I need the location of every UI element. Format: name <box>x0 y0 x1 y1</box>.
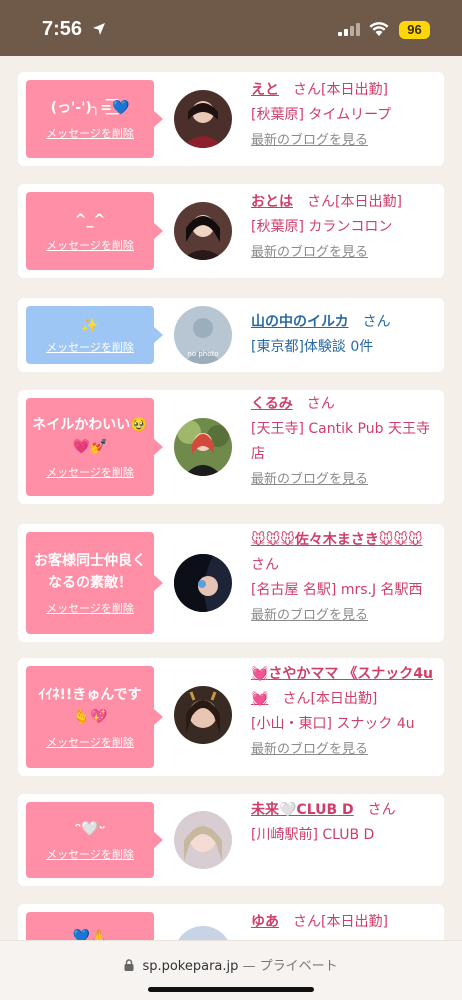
shop-location: [東京都]体験談 0件 <box>251 339 374 355</box>
today-tag: [本日出勤] <box>335 194 402 210</box>
list-item: ✨ メッセージを削除 no photo 山の中のイルカ さん [東京都]体験談 … <box>18 298 444 372</box>
honorific: さん <box>251 557 279 573</box>
battery-indicator: 96 <box>399 21 430 39</box>
profile-info: おとは さん[本日出勤] [秋葉原] カランコロン 最新のブログを見る <box>251 190 439 265</box>
blog-link[interactable]: 最新のブログを見る <box>251 737 439 762</box>
message-bubble: お客様同士仲良くなるの素敵！ メッセージを削除 <box>26 532 163 634</box>
today-tag: [本日出勤] <box>321 914 388 930</box>
shop-location: [川崎駅前] CLUB D <box>251 827 375 843</box>
avatar[interactable] <box>174 90 232 148</box>
status-bar: 7:56 96 <box>0 0 462 56</box>
browser-bottom-bar: sp.pokepara.jp — プライベート <box>0 940 462 1000</box>
list-item: ネイルかわいい🥹💗💅 メッセージを削除 くるみ さん [天王寺] Cantik … <box>18 390 444 504</box>
shop-location: [小山・東口] スナック 4u <box>251 716 415 732</box>
profile-info: くるみ さん [天王寺] Cantik Pub 天王寺店 最新のブログを見る <box>251 392 439 492</box>
message-bubble: ^_^ メッセージを削除 <box>26 192 163 270</box>
delete-message-link[interactable]: メッセージを削除 <box>46 846 134 862</box>
message-text: ｲｲﾈ!!きゅんです🫰💖 <box>38 687 142 725</box>
address-bar[interactable]: sp.pokepara.jp — プライベート <box>0 955 462 974</box>
profile-info: 💓さやかママ 《スナック4u💓 さん[本日出勤] [小山・東口] スナック 4u… <box>251 662 439 762</box>
delete-message-link[interactable]: メッセージを削除 <box>46 600 134 616</box>
message-bubble: ᵔ🤍ᵕ メッセージを削除 <box>26 802 163 878</box>
today-tag: [本日出勤] <box>321 82 388 98</box>
blog-link[interactable]: 最新のブログを見る <box>251 603 439 628</box>
shop-location: [名古屋 名駅] mrs.J 名駅西 <box>251 582 423 598</box>
profile-name-link[interactable]: くるみ <box>251 396 293 412</box>
profile-name-link[interactable]: ゆあ <box>251 914 279 930</box>
delete-message-link[interactable]: メッセージを削除 <box>46 125 134 141</box>
list-item: (っ'-')╮=͟͟͞͞💙 メッセージを削除 えと さん[本日出勤] [秋葉原]… <box>18 72 444 166</box>
honorific: さん <box>293 82 321 98</box>
profile-info: 未来🤍CLUB D さん [川崎駅前] CLUB D <box>251 798 439 848</box>
honorific: さん <box>282 691 311 707</box>
avatar[interactable] <box>174 554 232 612</box>
honorific: さん <box>293 914 321 930</box>
list-item: ^_^ メッセージを削除 おとは さん[本日出勤] [秋葉原] カランコロン 最… <box>18 184 444 278</box>
shop-location: [天王寺] Cantik Pub 天王寺店 <box>251 421 430 462</box>
message-text: ✨ <box>81 318 99 334</box>
wifi-icon <box>369 22 389 36</box>
delete-message-link[interactable]: メッセージを削除 <box>46 464 134 480</box>
avatar[interactable] <box>174 811 232 869</box>
no-photo-text: no photo <box>187 350 218 358</box>
home-indicator[interactable] <box>148 987 314 992</box>
profile-info: 🐭🐭🐭佐々木まさき🐭🐭🐭 さん [名古屋 名駅] mrs.J 名駅西 最新のブロ… <box>251 528 439 628</box>
blog-link[interactable]: 最新のブログを見る <box>251 467 439 492</box>
message-bubble: ｲｲﾈ!!きゅんです🫰💖 メッセージを削除 <box>26 666 163 768</box>
message-text: ᵔ🤍ᵕ <box>74 821 106 837</box>
lock-icon <box>124 959 134 971</box>
signal-icon <box>338 23 360 36</box>
avatar[interactable]: no photo <box>174 306 232 364</box>
profile-name-link[interactable]: 🐭🐭🐭佐々木まさき🐭🐭🐭 <box>251 532 423 548</box>
shop-location: [秋葉原] タイムリープ <box>251 107 392 123</box>
profile-name-link[interactable]: おとは <box>251 194 293 210</box>
list-item: お客様同士仲良くなるの素敵！ メッセージを削除 🐭🐭🐭佐々木まさき🐭🐭🐭 さん … <box>18 524 444 642</box>
url-separator: — <box>242 959 256 974</box>
list-item: ｲｲﾈ!!きゅんです🫰💖 メッセージを削除 💓さやかママ 《スナック4u💓 さん… <box>18 658 444 776</box>
honorific: さん <box>306 396 335 412</box>
today-tag: [本日出勤] <box>310 691 378 707</box>
profile-info: ゆあ さん[本日出勤] <box>251 910 439 935</box>
avatar[interactable] <box>174 202 232 260</box>
message-text: お客様同士仲良くなるの素敵！ <box>34 553 146 591</box>
location-arrow-icon <box>93 23 105 35</box>
message-bubble: (っ'-')╮=͟͟͞͞💙 メッセージを削除 <box>26 80 163 158</box>
blog-link[interactable]: 最新のブログを見る <box>251 128 439 153</box>
delete-message-link[interactable]: メッセージを削除 <box>46 339 134 355</box>
delete-message-link[interactable]: メッセージを削除 <box>46 734 134 750</box>
message-bubble: ネイルかわいい🥹💗💅 メッセージを削除 <box>26 398 163 496</box>
honorific: さん <box>362 314 391 330</box>
profile-info: えと さん[本日出勤] [秋葉原] タイムリープ 最新のブログを見る <box>251 78 439 153</box>
private-mode-label: プライベート <box>259 959 338 974</box>
honorific: さん <box>367 802 396 818</box>
delete-message-link[interactable]: メッセージを削除 <box>46 237 134 253</box>
profile-name-link[interactable]: えと <box>251 82 279 98</box>
shop-location: [秋葉原] カランコロン <box>251 219 393 235</box>
avatar[interactable] <box>174 418 232 476</box>
url-domain: sp.pokepara.jp <box>142 959 239 974</box>
message-text: ^_^ <box>74 212 106 228</box>
profile-name-link[interactable]: 未来🤍CLUB D <box>251 802 354 818</box>
honorific: さん <box>307 194 335 210</box>
profile-name-link[interactable]: 山の中のイルカ <box>251 314 349 330</box>
avatar[interactable] <box>174 686 232 744</box>
status-time: 7:56 <box>42 18 83 40</box>
list-item: ᵔ🤍ᵕ メッセージを削除 未来🤍CLUB D さん [川崎駅前] CLUB D <box>18 794 444 886</box>
message-text: ネイルかわいい🥹💗💅 <box>32 417 148 455</box>
blog-link[interactable]: 最新のブログを見る <box>251 240 439 265</box>
message-text: (っ'-')╮=͟͟͞͞💙 <box>50 100 130 116</box>
profile-info: 山の中のイルカ さん [東京都]体験談 0件 <box>251 310 439 360</box>
message-bubble: ✨ メッセージを削除 <box>26 306 163 364</box>
